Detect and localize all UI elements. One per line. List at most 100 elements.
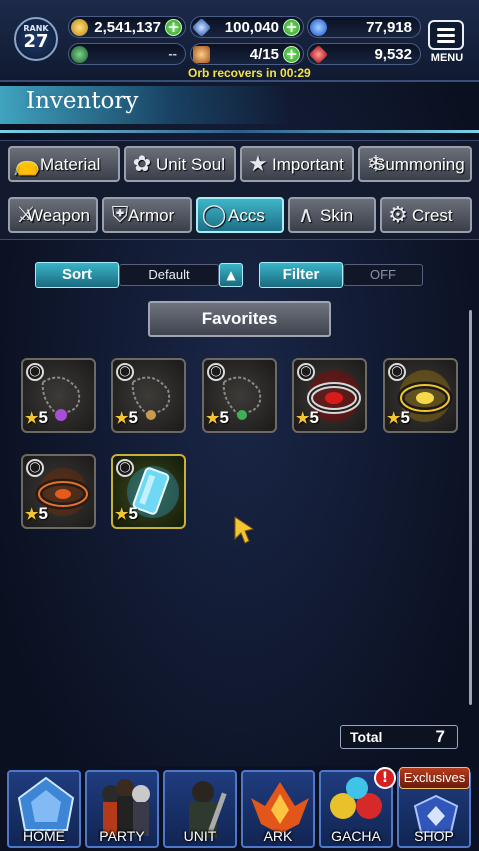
lock-icon: ◯ [388,363,406,381]
nav-label: ARK [263,828,293,844]
star-icon: ★ [115,506,129,523]
orb-recover-timer: Orb recovers in 00:29 [188,66,311,80]
crest-icon: ⚙ [388,202,408,227]
nav-home[interactable]: HOME [7,770,81,848]
nav-label: GACHA [331,828,381,844]
favorites-button[interactable]: Favorites [148,301,331,337]
lock-icon: ◯ [116,459,134,477]
pointer-cursor-icon [234,516,255,544]
nav-label: HOME [23,828,65,844]
page-title-banner: Inventory [0,86,290,124]
rarity-label: ★5 [25,408,48,427]
rank-value: 27 [23,31,49,52]
lock-icon: ◯ [297,363,315,381]
item-slot[interactable]: ◯ ★5 [292,358,367,433]
tab-unit-soul[interactable]: ✿ Unit Soul [124,146,236,182]
red-orb-icon [308,44,329,65]
status-bar: RANK 27 2,541,137 + 100,040 + 77,918 -- … [0,0,479,82]
star-icon: ★ [115,410,129,427]
tab-label: Armor [128,206,175,225]
star-icon: ★ [25,410,39,427]
tab-weapon[interactable]: ⚔ Weapon [8,197,98,233]
star-icon: ★ [206,410,220,427]
lapis-crystal-icon [191,17,212,38]
nav-ark[interactable]: ARK [241,770,315,848]
red-orb-counter: 9,532 [307,43,421,65]
filter-value[interactable]: OFF [343,264,423,286]
stamina-icon [71,46,88,63]
lapis-value: 100,040 [224,19,279,36]
rarity-label: ★5 [115,408,138,427]
arena-orb-value: 4/15 [249,46,279,63]
tab-accs[interactable]: ◯ Accs [196,197,284,233]
item-slot[interactable]: ◯ ★5 [111,454,186,529]
red-orb-value: 9,532 [374,46,412,63]
item-slot[interactable]: ◯ ★5 [111,358,186,433]
nav-label: UNIT [183,828,217,844]
star-icon: ★ [25,506,39,523]
tab-material[interactable]: 👝 Material [8,146,120,182]
scrollbar[interactable] [469,310,472,705]
lock-icon: ◯ [116,363,134,381]
nav-unit[interactable]: UNIT [163,770,237,848]
star-icon: ★ [387,410,401,427]
divider [0,130,479,133]
exclusives-badge[interactable]: Exclusives [399,767,470,789]
nav-party[interactable]: PARTY [85,770,159,848]
stamina-counter: -- [68,43,186,65]
add-arena-orb-button[interactable]: + [283,46,300,63]
gil-value: 2,541,137 [94,19,161,36]
blue-orb-icon [310,19,327,36]
filter-button[interactable]: Filter [259,262,343,288]
menu-icon [437,28,455,31]
tab-important[interactable]: ★ Important [240,146,354,182]
gil-counter: 2,541,137 + [68,16,186,38]
rarity-label: ★5 [115,504,138,523]
stamina-value: -- [168,46,177,61]
nav-label: PARTY [99,828,145,844]
sort-order-button[interactable]: ▲ [219,263,243,287]
gil-coin-icon [71,19,88,36]
rarity-label: ★5 [206,408,229,427]
tab-armor[interactable]: ⛨ Armor [102,197,192,233]
item-slot[interactable]: ◯ ★5 [21,358,96,433]
star-icon: ★ [296,410,310,427]
tab-crest[interactable]: ⚙ Crest [380,197,472,233]
page-title: Inventory [26,88,139,114]
rarity-label: ★5 [25,504,48,523]
tab-label: Material [40,155,101,174]
item-slot[interactable]: ◯ ★5 [202,358,277,433]
tab-label: Unit Soul [156,155,225,174]
total-count: Total 7 [340,725,458,749]
total-value: 7 [435,727,445,746]
lock-icon: ◯ [26,363,44,381]
necklace-icon: ◯ [201,202,227,227]
tab-label: Skin [320,206,354,225]
menu-label[interactable]: MENU [425,52,469,64]
add-lapis-button[interactable]: + [283,19,300,36]
total-label: Total [350,729,383,745]
tab-label: Accs [228,206,265,225]
notification-badge: ! [374,767,396,789]
tab-summoning[interactable]: ❄ Summoning [358,146,472,182]
item-slot[interactable]: ◯ ★5 [21,454,96,529]
rarity-label: ★5 [296,408,319,427]
tab-skin[interactable]: ∧ Skin [288,197,376,233]
lock-icon: ◯ [207,363,225,381]
star-icon: ★ [248,151,268,176]
lapis-counter: 100,040 + [190,16,304,38]
item-slot[interactable]: ◯ ★5 [383,358,458,433]
chevron-up-icon: ▲ [226,268,236,282]
tab-label: Crest [412,206,453,225]
sort-value[interactable]: Default [119,264,219,286]
arena-orb-icon [193,46,210,63]
tab-label: Summoning [374,155,465,174]
bag-icon: 👝 [13,151,41,176]
rank-badge[interactable]: RANK 27 [14,17,58,61]
hanger-icon: ∧ [297,202,315,227]
nav-label: SHOP [414,828,454,844]
sort-button[interactable]: Sort [35,262,119,288]
menu-button[interactable] [428,20,464,50]
add-gil-button[interactable]: + [165,19,182,36]
blue-orb-value: 77,918 [366,19,412,36]
